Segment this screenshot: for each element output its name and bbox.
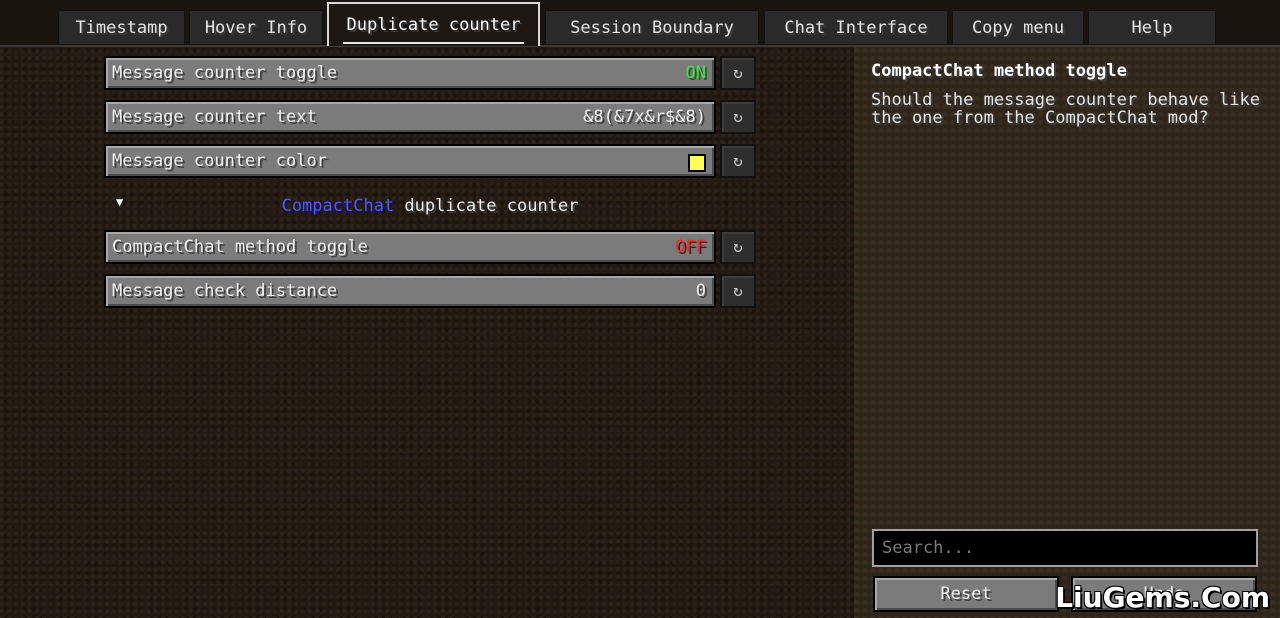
category-title: CompactChat duplicate counter — [104, 192, 756, 220]
option-message-counter-text[interactable]: Message counter text &8(&7x&r$&8) — [104, 100, 716, 134]
toggle-value-off: OFF — [675, 237, 706, 257]
reset-icon: ↻ — [733, 151, 743, 170]
toggle-value-on: ON — [685, 63, 706, 83]
color-swatch[interactable] — [688, 154, 706, 172]
category-title-highlight: CompactChat — [281, 196, 395, 216]
tab-bar: Timestamp Hover Info Duplicate counter S… — [0, 0, 1280, 47]
reset-icon: ↻ — [733, 107, 743, 126]
option-label: CompactChat method toggle — [112, 237, 368, 257]
search-input[interactable] — [872, 529, 1258, 567]
config-screen: Timestamp Hover Info Duplicate counter S… — [0, 0, 1280, 618]
watermark: LiuGems.Com — [1055, 581, 1270, 614]
option-message-check-distance[interactable]: Message check distance 0 — [104, 274, 716, 308]
tab-help[interactable]: Help — [1088, 10, 1216, 44]
tab-hover-info[interactable]: Hover Info — [189, 10, 323, 44]
number-value: 0 — [695, 281, 706, 301]
tab-session-boundary[interactable]: Session Boundary — [545, 10, 759, 44]
option-message-counter-color[interactable]: Message counter color — [104, 144, 716, 178]
reset-compactchat-method-toggle-button[interactable]: ↻ — [720, 230, 756, 264]
reset-icon: ↻ — [733, 237, 743, 256]
reset-message-counter-color-button[interactable]: ↻ — [720, 144, 756, 178]
option-label: Message check distance — [112, 281, 338, 301]
text-value: &8(&7x&r$&8) — [583, 107, 706, 127]
reset-icon: ↻ — [733, 63, 743, 82]
option-label: Message counter text — [112, 107, 317, 127]
category-title-rest: duplicate counter — [394, 196, 579, 216]
info-description: Should the message counter behave like t… — [871, 90, 1260, 128]
tab-copy-menu[interactable]: Copy menu — [952, 10, 1084, 44]
tab-timestamp[interactable]: Timestamp — [58, 10, 185, 44]
info-title: CompactChat method toggle — [871, 61, 1127, 81]
reset-button[interactable]: Reset — [873, 576, 1059, 612]
tab-chat-interface[interactable]: Chat Interface — [764, 10, 948, 44]
category-header[interactable]: ▼ CompactChat duplicate counter — [104, 192, 756, 220]
reset-message-counter-text-button[interactable]: ↻ — [720, 100, 756, 134]
option-label: Message counter toggle — [112, 63, 338, 83]
reset-message-check-distance-button[interactable]: ↻ — [720, 274, 756, 308]
reset-icon: ↻ — [733, 281, 743, 300]
option-message-counter-toggle[interactable]: Message counter toggle ON — [104, 56, 716, 90]
option-compactchat-method-toggle[interactable]: CompactChat method toggle OFF — [104, 230, 716, 264]
reset-message-counter-toggle-button[interactable]: ↻ — [720, 56, 756, 90]
option-label: Message counter color — [112, 151, 327, 171]
tab-duplicate-counter[interactable]: Duplicate counter — [327, 2, 540, 46]
